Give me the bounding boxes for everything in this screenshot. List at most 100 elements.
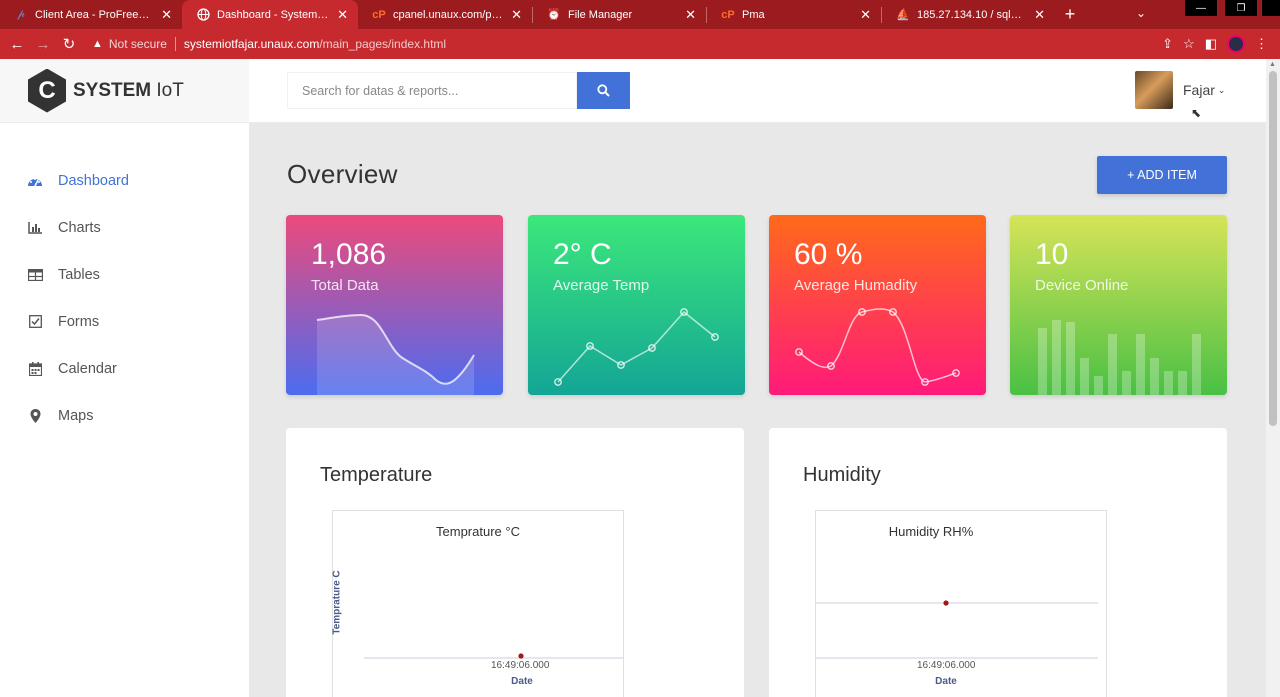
search-form [287,72,630,109]
close-icon[interactable]: ✕ [337,7,348,23]
sidebar-item-label: Maps [58,407,94,424]
tab-title: Dashboard - System IoT [217,8,330,21]
search-icon [597,84,610,97]
close-icon[interactable]: ✕ [860,7,871,23]
reload-icon[interactable]: ↻ [56,35,82,53]
sidebar-item-label: Calendar [58,360,117,377]
avatar[interactable] [1135,71,1173,109]
user-menu[interactable]: Fajar ⌄ [1135,71,1225,109]
stat-label: Total Data [311,277,379,294]
browser-tab-phpmyadmin[interactable]: ⛵ 185.27.134.10 / sql300.unau ✕ [882,0,1055,29]
map-pin-icon [27,408,43,423]
filemanager-icon: ⏰ [547,9,561,21]
tab-title: Pma [742,8,765,21]
close-window-icon[interactable] [1262,0,1280,16]
x-axis-label: Date [511,676,533,687]
new-tab-button[interactable]: + [1055,0,1085,29]
url-path: /main_pages/index.html [319,37,447,51]
chart-svg [364,653,623,659]
back-arrow-icon[interactable]: ← [4,36,30,53]
stat-value: 1,086 [311,238,387,271]
address-bar: ← → ↻ ▲ Not secure systemiotfajar.unaux.… [0,29,1280,59]
add-item-button[interactable]: + ADD ITEM [1097,156,1227,194]
globe-icon [196,8,210,22]
not-secure-label[interactable]: Not secure [109,37,167,51]
stat-card-average-temp: 2° C Average Temp [528,215,745,395]
calendar-icon [27,361,43,376]
search-button[interactable] [577,72,630,109]
browser-tab-file-manager[interactable]: ⏰ File Manager ✕ [533,0,706,29]
browser-tab-cpanel[interactable]: cP cpanel.unaux.com/panel/in ✕ [358,0,532,29]
search-input[interactable] [287,72,577,109]
url-host: systemiotfajar.unaux.com [183,37,320,51]
user-name[interactable]: Fajar [1183,82,1215,98]
humidity-chart: Humidity RH% 16:49:06.000 Date [815,510,1107,697]
sidebar: C SYSTEM IoT Dashboard Charts Tables For… [0,59,249,697]
stat-card-total-data: 1,086 Total Data [286,215,503,395]
data-point[interactable] [518,653,524,659]
phpmyadmin-icon: ⛵ [896,9,910,21]
logo-hexagon-icon: C [28,68,66,113]
logo-text: SYSTEM IoT [73,79,184,101]
top-bar: Fajar ⌄ ⬉ [249,59,1266,123]
tab-title: File Manager [568,8,633,21]
profile-avatar-icon[interactable] [1227,35,1245,53]
sidebar-item-tables[interactable]: Tables [0,251,249,298]
url-field[interactable]: ▲ Not secure systemiotfajar.unaux.com/ma… [92,33,1162,55]
tab-search-chevron-icon[interactable]: ⌄ [1136,6,1146,20]
minimize-icon[interactable]: — [1185,0,1217,16]
tab-title: 185.27.134.10 / sql300.unau [917,8,1026,21]
stat-label: Average Humadity [794,277,918,294]
temperature-panel: Temperature Temprature °C Temprature C 1… [286,428,744,697]
scroll-thumb[interactable] [1269,71,1277,426]
forward-arrow-icon[interactable]: → [30,36,56,53]
browser-tab-client-area[interactable]: 𝓅 Client Area - ProFreeHost ✕ [0,0,182,29]
sidebar-item-label: Dashboard [58,172,129,189]
mouse-cursor-icon: ⬉ [1191,106,1202,120]
sidebar-item-charts[interactable]: Charts [0,204,249,251]
stat-value: 60 % [794,238,863,271]
x-tick-label: 16:49:06.000 [491,660,550,671]
chevron-down-icon[interactable]: ⌄ [1218,85,1226,96]
warning-icon[interactable]: ▲ [92,38,103,50]
close-icon[interactable]: ✕ [511,7,522,23]
stat-card-device-online: 10 Device Online [1010,215,1227,395]
close-icon[interactable]: ✕ [161,7,172,23]
sidebar-item-maps[interactable]: Maps [0,392,249,439]
share-icon[interactable]: ⇪ [1162,36,1173,52]
kebab-menu-icon[interactable]: ⋮ [1255,36,1268,52]
panel-title: Humidity [803,464,881,486]
stat-card-average-humidity: 60 % Average Humadity [769,215,986,395]
temperature-chart: Temprature °C Temprature C 16:49:06.000 … [332,510,624,697]
stat-label: Average Temp [553,277,650,294]
wordpress-icon: 𝓅 [17,8,25,20]
browser-tab-dashboard[interactable]: Dashboard - System IoT ✕ [182,0,358,29]
close-icon[interactable]: ✕ [1034,7,1045,23]
data-point[interactable] [943,600,949,606]
browser-tab-pma[interactable]: cP Pma ✕ [707,0,881,29]
stat-label: Device Online [1035,277,1129,294]
page-scrollbar[interactable]: ▲ [1266,59,1280,697]
sidebar-item-calendar[interactable]: Calendar [0,345,249,392]
cpanel-icon: cP [372,8,386,21]
dashboard-gauge-icon [27,175,43,187]
bookmark-star-icon[interactable]: ☆ [1183,36,1195,52]
maximize-icon[interactable]: ❐ [1225,0,1257,16]
side-panel-icon[interactable]: ◧ [1205,36,1217,52]
table-icon [27,268,43,281]
app-root: C SYSTEM IoT Dashboard Charts Tables For… [0,59,1266,697]
logo[interactable]: C SYSTEM IoT [0,59,249,123]
main-content: Overview + ADD ITEM 1,086 Total Data 2° … [249,123,1266,697]
scroll-up-arrow-icon[interactable]: ▲ [1269,61,1276,68]
close-icon[interactable]: ✕ [685,7,696,23]
sidebar-item-forms[interactable]: Forms [0,298,249,345]
sidebar-item-label: Forms [58,313,100,330]
sidebar-item-dashboard[interactable]: Dashboard [0,157,249,204]
sidebar-item-label: Charts [58,219,101,236]
tab-title: cpanel.unaux.com/panel/in [393,8,504,21]
humidity-panel: Humidity Humidity RH% 16:49:06.000 Date [769,428,1227,697]
stat-value: 2° C [553,238,612,271]
checkbox-icon [27,315,43,328]
stat-value: 10 [1035,238,1069,271]
url-divider [174,37,176,51]
